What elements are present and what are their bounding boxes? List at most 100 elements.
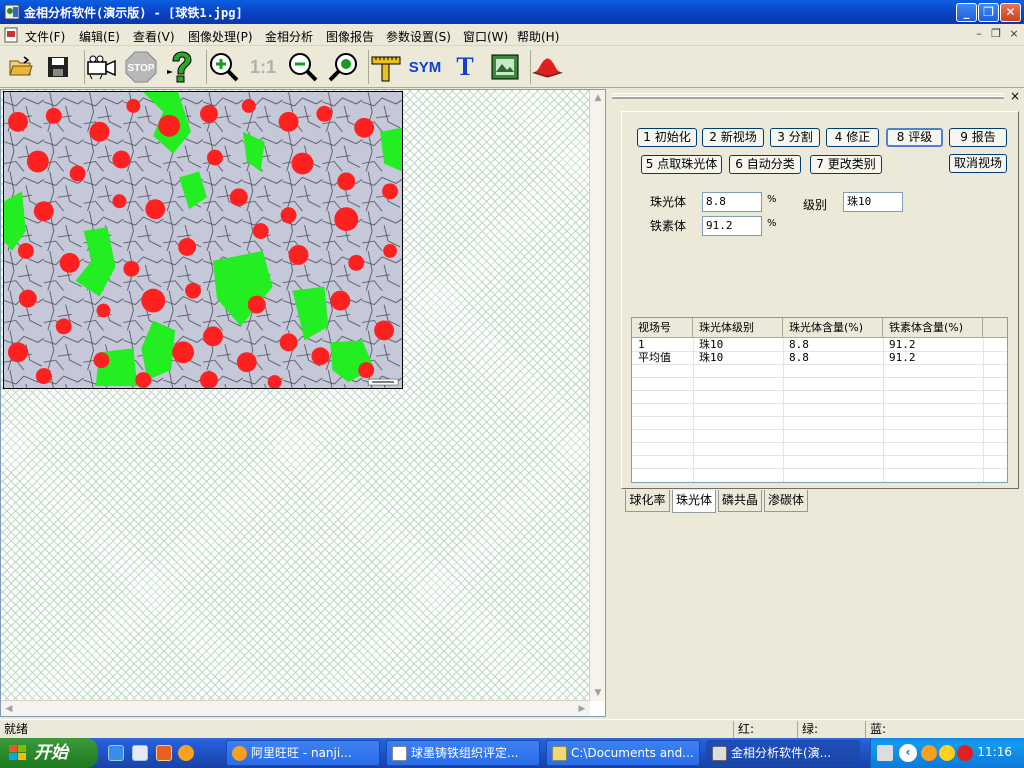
status-green: 绿: — [797, 721, 859, 738]
aliwangwang-icon — [232, 746, 247, 761]
correct-button[interactable]: 4 修正 — [826, 128, 879, 147]
grade-field[interactable]: 珠10 — [843, 192, 903, 212]
menu-metallographic-analysis[interactable]: 金相分析 — [265, 28, 313, 45]
table-cell[interactable]: 8.8 — [783, 351, 883, 364]
app-icon — [4, 4, 20, 20]
zoom-out-button[interactable] — [286, 50, 320, 84]
maximize-button[interactable]: ❐ — [978, 3, 999, 22]
task-metallographic-app[interactable]: 金相分析软件(演... — [706, 740, 860, 766]
menu-image-processing[interactable]: 图像处理(P) — [188, 28, 253, 45]
tray-expand-icon[interactable]: ‹ — [899, 744, 917, 762]
stop-button[interactable]: STOP — [124, 50, 158, 84]
task-document[interactable]: 球墨铸铁组织评定... — [386, 740, 540, 766]
symbol-button[interactable]: SYM — [408, 50, 442, 84]
messenger-tray-icon[interactable] — [939, 745, 955, 761]
media-icon[interactable] — [156, 745, 172, 761]
zoom-in-button[interactable] — [206, 50, 240, 84]
table-cell[interactable]: 珠10 — [693, 338, 783, 351]
open-button[interactable] — [4, 50, 38, 84]
scroll-up-arrow-icon[interactable]: ▲ — [590, 90, 605, 106]
grade-button[interactable]: 8 评级 — [886, 128, 943, 147]
close-button[interactable]: ✕ — [1000, 3, 1021, 22]
folder-open-icon — [9, 56, 33, 76]
explorer-icon[interactable] — [132, 745, 148, 761]
help-question-icon — [167, 51, 192, 83]
pick-pearlite-button[interactable]: 5 点取珠光体 — [641, 155, 722, 174]
ferrite-percent-field[interactable]: 91.2 — [702, 216, 762, 236]
pearlite-panel: 1 初始化 2 新视场 3 分割 4 修正 8 评级 9 报告 5 点取珠光体 … — [621, 111, 1019, 489]
menu-bar: 文件(F) 编辑(E) 查看(V) 图像处理(P) 金相分析 图像报告 参数设置… — [0, 24, 1024, 46]
text-button[interactable]: T — [448, 50, 482, 84]
new-field-button[interactable]: 2 新视场 — [702, 128, 764, 147]
camera-button[interactable] — [84, 50, 118, 84]
text-tool-label: T — [456, 52, 474, 81]
actual-size-button[interactable]: 1:1 — [246, 50, 280, 84]
segment-button[interactable]: 3 分割 — [770, 128, 820, 147]
menu-view[interactable]: 查看(V) — [133, 28, 175, 45]
scroll-down-arrow-icon[interactable]: ▼ — [590, 685, 605, 701]
scroll-left-arrow-icon[interactable]: ◀ — [1, 701, 17, 716]
tab-cementite[interactable]: 渗碳体 — [764, 490, 808, 512]
menu-window[interactable]: 窗口(W) — [463, 28, 508, 45]
menu-parameter-settings[interactable]: 参数设置(S) — [386, 28, 451, 45]
tab-pearlite[interactable]: 珠光体 — [672, 490, 716, 513]
floppy-disk-icon — [48, 57, 68, 77]
cancel-field-button[interactable]: 取消视场 — [949, 154, 1007, 173]
measure-button[interactable] — [368, 50, 402, 84]
column-header-pearlite-grade[interactable]: 珠光体级别 — [693, 318, 783, 338]
report-button[interactable]: 9 报告 — [949, 128, 1007, 147]
vertical-scrollbar[interactable]: ▲ ▼ — [589, 90, 605, 701]
table-cell[interactable]: 91.2 — [883, 351, 983, 364]
table-cell[interactable]: 1 — [632, 338, 693, 351]
mdi-minimize-button[interactable]: – — [971, 27, 987, 42]
mdi-close-button[interactable]: × — [1006, 27, 1022, 42]
table-cell[interactable]: 8.8 — [783, 338, 883, 351]
menu-help[interactable]: 帮助(H) — [517, 28, 559, 45]
tab-phosphide-eutectic[interactable]: 磷共晶 — [718, 490, 762, 512]
pearlite-percent-field[interactable]: 8.8 — [702, 192, 762, 212]
clock[interactable]: 11:16 — [977, 745, 1012, 759]
grid-divider — [632, 429, 1007, 430]
table-cell[interactable]: 珠10 — [693, 351, 783, 364]
tab-nodularity[interactable]: 球化率 — [625, 490, 670, 512]
analysis-panel: × 1 初始化 2 新视场 3 分割 4 修正 8 评级 9 报告 5 点取珠光… — [608, 89, 1024, 717]
keyboard-icon[interactable] — [877, 745, 893, 761]
horizontal-scrollbar[interactable]: ◀ ▶ — [1, 700, 590, 716]
menu-file[interactable]: 文件(F) — [25, 28, 65, 45]
table-cell[interactable]: 平均值 — [632, 351, 693, 364]
results-table[interactable]: 视场号 珠光体级别 珠光体含量(%) 铁素体含量(%) 1 珠10 8.8 91… — [631, 317, 1008, 483]
menu-image-report[interactable]: 图像报告 — [326, 28, 374, 45]
image-view[interactable]: ▲ ▼ ◀ ▶ — [0, 89, 606, 717]
auto-classify-button[interactable]: 6 自动分类 — [729, 155, 801, 174]
column-header-pearlite-content[interactable]: 珠光体含量(%) — [783, 318, 883, 338]
security-tray-icon[interactable] — [957, 745, 973, 761]
qq-tray-icon[interactable] — [921, 745, 937, 761]
start-button[interactable]: 开始 — [0, 738, 98, 768]
save-button[interactable] — [41, 50, 75, 84]
grid-divider — [632, 416, 1007, 417]
mdi-restore-button[interactable]: ❐ — [988, 27, 1004, 42]
image-button[interactable] — [488, 50, 522, 84]
qq-icon[interactable] — [178, 745, 194, 761]
panel-close-icon[interactable]: × — [1010, 89, 1020, 103]
menu-edit[interactable]: 编辑(E) — [79, 28, 120, 45]
table-cell[interactable]: 91.2 — [883, 338, 983, 351]
column-header-ferrite-content[interactable]: 铁素体含量(%) — [883, 318, 983, 338]
ie-icon[interactable] — [108, 745, 124, 761]
scroll-right-arrow-icon[interactable]: ▶ — [574, 701, 590, 716]
task-aliwangwang[interactable]: 阿里旺旺 - nanji... — [226, 740, 380, 766]
zoom-fit-button[interactable] — [326, 50, 360, 84]
task-documents-folder[interactable]: C:\Documents and... — [546, 740, 700, 766]
document-icon[interactable] — [3, 27, 19, 43]
3d-surface-icon — [531, 58, 564, 78]
grid-divider — [632, 377, 1007, 378]
column-header-field-no[interactable]: 视场号 — [632, 318, 693, 338]
init-button[interactable]: 1 初始化 — [637, 128, 697, 147]
change-class-button[interactable]: 7 更改类别 — [810, 155, 882, 174]
folder-icon — [552, 746, 567, 761]
minimize-button[interactable]: _ — [956, 3, 977, 22]
actual-size-label: 1:1 — [249, 56, 276, 77]
help-button[interactable] — [164, 50, 198, 84]
3d-view-button[interactable] — [530, 50, 564, 84]
task-label: C:\Documents and... — [571, 746, 694, 760]
